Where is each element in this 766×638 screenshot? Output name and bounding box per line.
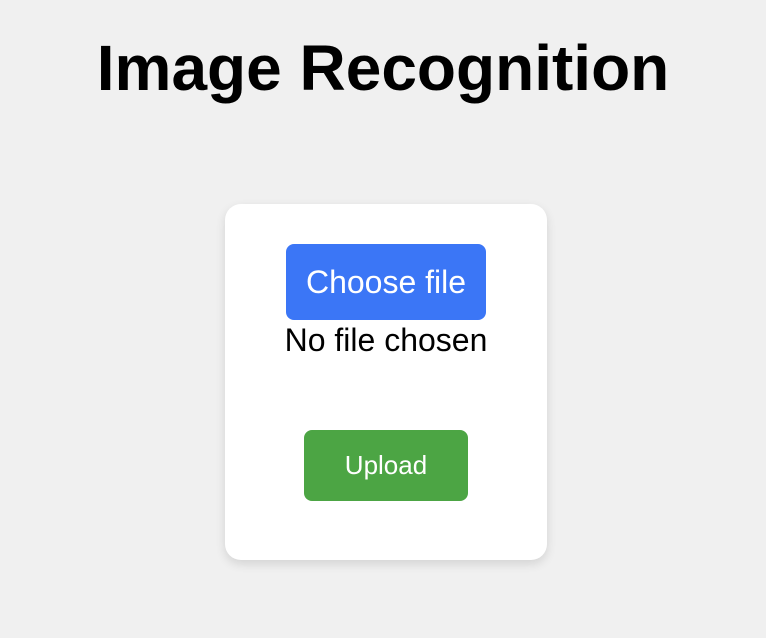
upload-button[interactable]: Upload (304, 430, 468, 501)
file-status-text: No file chosen (284, 322, 488, 358)
page-title: Image Recognition (96, 32, 670, 104)
choose-file-button[interactable]: Choose file (286, 244, 486, 320)
page: Image Recognition Choose file No file ch… (0, 0, 766, 638)
upload-card: Choose file No file chosen Upload (225, 204, 547, 560)
